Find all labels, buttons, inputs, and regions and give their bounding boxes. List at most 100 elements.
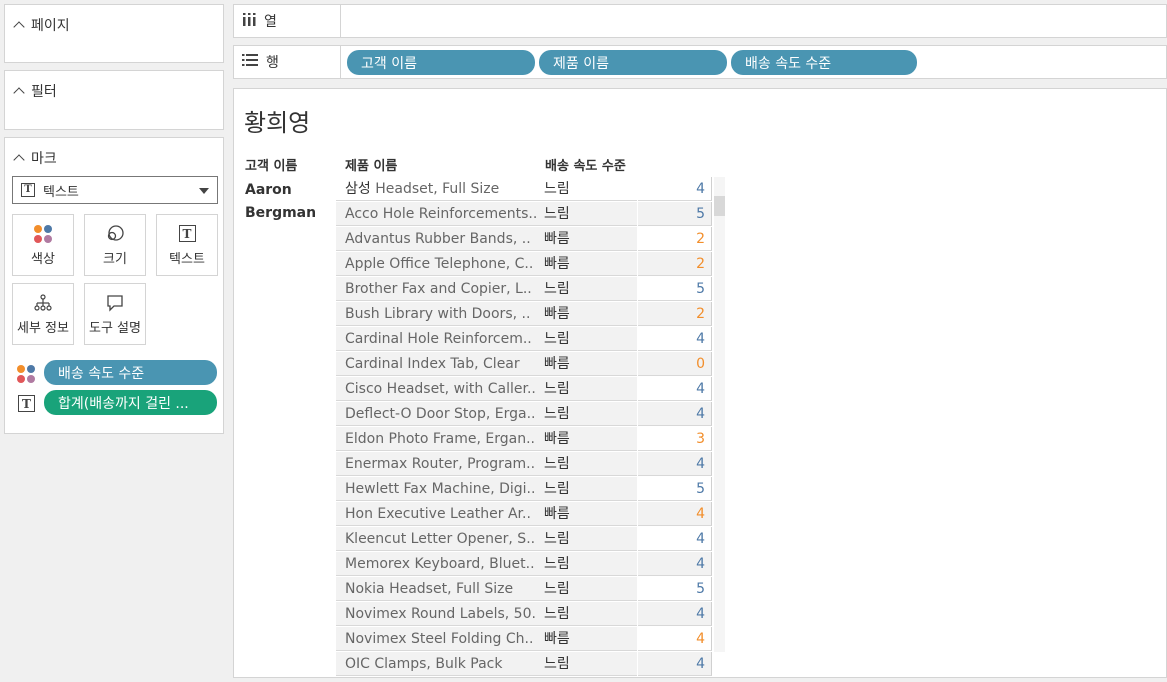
speed-cell[interactable]: 빠름: [536, 627, 637, 651]
product-cell[interactable]: Eldon Photo Frame, Ergan..: [336, 427, 536, 451]
product-cell[interactable]: Enermax Router, Program..: [336, 452, 536, 476]
product-cell[interactable]: Cardinal Hole Reinforcem..: [336, 327, 536, 351]
value-cell[interactable]: 5: [638, 277, 712, 301]
product-cell[interactable]: Kleencut Letter Opener, S..: [336, 527, 536, 551]
product-cell[interactable]: OIC Clamps, Bulk Pack: [336, 652, 536, 676]
vertical-scrollbar-thumb[interactable]: [714, 196, 725, 216]
table-row[interactable]: Advantus Rubber Bands, .. 빠름 2: [336, 227, 712, 252]
speed-cell[interactable]: 느림: [536, 177, 637, 201]
value-cell[interactable]: 5: [638, 577, 712, 601]
value-cell[interactable]: 5: [638, 477, 712, 501]
rows-pill-product[interactable]: 제품 이름: [539, 50, 727, 75]
header-customer[interactable]: 고객 이름: [245, 155, 297, 174]
header-product[interactable]: 제품 이름: [345, 155, 397, 174]
value-cell[interactable]: 4: [638, 177, 712, 201]
speed-cell[interactable]: 느림: [536, 377, 637, 401]
product-cell[interactable]: Brother Fax and Copier, L..: [336, 277, 536, 301]
table-row[interactable]: Hewlett Fax Machine, Digi.. 느림 5: [336, 477, 712, 502]
value-cell[interactable]: 2: [638, 302, 712, 326]
customer-cell[interactable]: Aaron Bergman: [245, 179, 325, 225]
product-cell[interactable]: Memorex Keyboard, Bluet..: [336, 552, 536, 576]
value-cell[interactable]: 5: [638, 202, 712, 226]
columns-shelf[interactable]: 열: [233, 4, 1167, 38]
table-row[interactable]: Novimex Round Labels, 50.. 느림 4: [336, 602, 712, 627]
table-row[interactable]: Deflect-O Door Stop, Erga.. 느림 4: [336, 402, 712, 427]
product-cell[interactable]: Apple Office Telephone, C..: [336, 252, 536, 276]
chevron-down-icon[interactable]: [199, 188, 209, 194]
table-row[interactable]: Cisco Headset, with Caller.. 느림 4: [336, 377, 712, 402]
product-cell[interactable]: 삼성 Headset, Full Size: [336, 177, 536, 201]
product-cell[interactable]: Acco Hole Reinforcements..: [336, 202, 536, 226]
table-row[interactable]: OIC Clamps, Bulk Pack 느림 4: [336, 652, 712, 677]
value-cell[interactable]: 0: [638, 352, 712, 376]
collapse-icon[interactable]: [13, 21, 25, 33]
value-cell[interactable]: 4: [638, 327, 712, 351]
speed-cell[interactable]: 느림: [536, 602, 637, 626]
vertical-scrollbar-track[interactable]: [714, 177, 725, 652]
text-button[interactable]: T 텍스트: [156, 214, 218, 276]
product-cell[interactable]: Bush Library with Doors, ..: [336, 302, 536, 326]
speed-cell[interactable]: 느림: [536, 202, 637, 226]
speed-cell[interactable]: 빠름: [536, 227, 637, 251]
product-cell[interactable]: Novimex Round Labels, 50..: [336, 602, 536, 626]
speed-cell[interactable]: 빠름: [536, 502, 637, 526]
speed-cell[interactable]: 느림: [536, 402, 637, 426]
table-row[interactable]: Cardinal Hole Reinforcem.. 느림 4: [336, 327, 712, 352]
header-speed[interactable]: 배송 속도 수준: [545, 155, 626, 174]
detail-button[interactable]: 세부 정보: [12, 283, 74, 345]
value-cell[interactable]: 4: [638, 502, 712, 526]
speed-cell[interactable]: 느림: [536, 527, 637, 551]
table-row[interactable]: Memorex Keyboard, Bluet.. 느림 4: [336, 552, 712, 577]
table-row[interactable]: Enermax Router, Program.. 느림 4: [336, 452, 712, 477]
speed-cell[interactable]: 느림: [536, 577, 637, 601]
rows-pill-customer[interactable]: 고객 이름: [347, 50, 535, 75]
marks-header[interactable]: 마크: [13, 148, 57, 168]
value-cell[interactable]: 4: [638, 452, 712, 476]
table-row[interactable]: Hon Executive Leather Ar.. 빠름 4: [336, 502, 712, 527]
product-cell[interactable]: Cardinal Index Tab, Clear: [336, 352, 536, 376]
color-field-pill[interactable]: 배송 속도 수준: [44, 360, 217, 385]
product-cell[interactable]: Cisco Headset, with Caller..: [336, 377, 536, 401]
value-cell[interactable]: 4: [638, 377, 712, 401]
product-cell[interactable]: Nokia Headset, Full Size: [336, 577, 536, 601]
speed-cell[interactable]: 느림: [536, 277, 637, 301]
value-cell[interactable]: 4: [638, 402, 712, 426]
rows-shelf[interactable]: 행 고객 이름 제품 이름 배송 속도 수준: [233, 45, 1167, 79]
speed-cell[interactable]: 느림: [536, 477, 637, 501]
collapse-icon[interactable]: [13, 154, 25, 166]
table-row[interactable]: Nokia Headset, Full Size 느림 5: [336, 577, 712, 602]
product-cell[interactable]: Hon Executive Leather Ar..: [336, 502, 536, 526]
color-button[interactable]: 색상: [12, 214, 74, 276]
table-row[interactable]: Acco Hole Reinforcements.. 느림 5: [336, 202, 712, 227]
value-cell[interactable]: 4: [638, 552, 712, 576]
speed-cell[interactable]: 느림: [536, 652, 637, 676]
table-row[interactable]: Apple Office Telephone, C.. 빠름 2: [336, 252, 712, 277]
text-field-pill[interactable]: 합계(배송까지 걸린 ...: [44, 390, 217, 415]
speed-cell[interactable]: 빠름: [536, 252, 637, 276]
speed-cell[interactable]: 빠름: [536, 352, 637, 376]
mark-type-dropdown[interactable]: T 텍스트: [12, 176, 218, 204]
speed-cell[interactable]: 느림: [536, 327, 637, 351]
collapse-icon[interactable]: [13, 87, 25, 99]
tooltip-button[interactable]: 도구 설명: [84, 283, 146, 345]
table-row[interactable]: Kleencut Letter Opener, S.. 느림 4: [336, 527, 712, 552]
product-cell[interactable]: Hewlett Fax Machine, Digi..: [336, 477, 536, 501]
filters-header[interactable]: 필터: [13, 81, 57, 101]
table-row[interactable]: Eldon Photo Frame, Ergan.. 빠름 3: [336, 427, 712, 452]
table-row[interactable]: Bush Library with Doors, .. 빠름 2: [336, 302, 712, 327]
value-cell[interactable]: 2: [638, 252, 712, 276]
value-cell[interactable]: 4: [638, 652, 712, 676]
speed-cell[interactable]: 빠름: [536, 302, 637, 326]
table-row[interactable]: Novimex Steel Folding Ch.. 빠름 4: [336, 627, 712, 652]
speed-cell[interactable]: 느림: [536, 552, 637, 576]
value-cell[interactable]: 3: [638, 427, 712, 451]
table-row[interactable]: 삼성 Headset, Full Size 느림 4: [336, 177, 712, 202]
speed-cell[interactable]: 느림: [536, 452, 637, 476]
pages-header[interactable]: 페이지: [13, 15, 70, 35]
product-cell[interactable]: Novimex Steel Folding Ch..: [336, 627, 536, 651]
table-row[interactable]: Cardinal Index Tab, Clear 빠름 0: [336, 352, 712, 377]
value-cell[interactable]: 2: [638, 227, 712, 251]
speed-cell[interactable]: 빠름: [536, 427, 637, 451]
product-cell[interactable]: Deflect-O Door Stop, Erga..: [336, 402, 536, 426]
size-button[interactable]: 크기: [84, 214, 146, 276]
